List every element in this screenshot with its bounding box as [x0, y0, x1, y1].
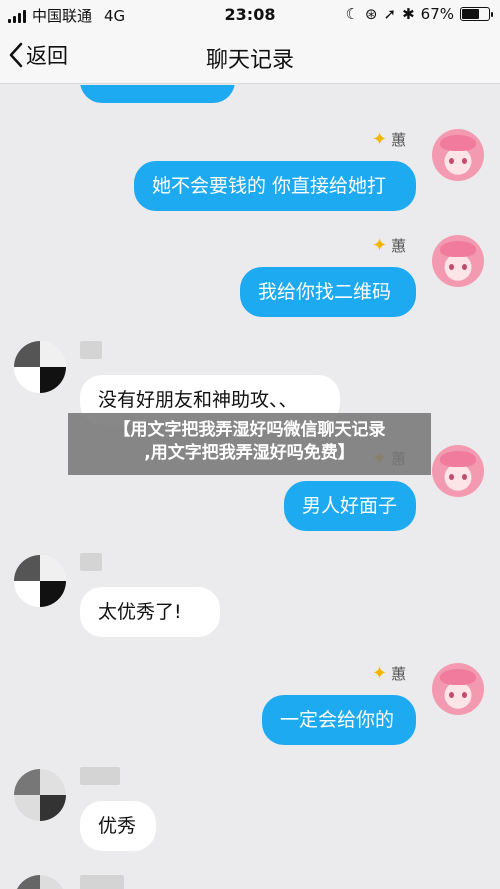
star-icon: ✦	[372, 129, 388, 150]
message-bubble[interactable]: 男人好面子	[284, 481, 416, 531]
nav-bar: 返回 聊天记录	[0, 30, 500, 84]
message-bubble[interactable]: 我给你找二维码	[240, 267, 416, 317]
chat-history[interactable]: ✦ 蕙 她不会要钱的 你直接给她打 ✦ 蕙 我给你找二维码 没有好朋友和神助攻、…	[0, 85, 500, 889]
sender-row: ✦ 蕙	[372, 129, 406, 150]
avatar[interactable]	[432, 235, 484, 287]
banner-line-1: 【用文字把我弄湿好吗微信聊天记录	[113, 420, 386, 440]
message-bubble[interactable]: 太优秀了!	[80, 587, 220, 637]
overlay-banner: 【用文字把我弄湿好吗微信聊天记录 ,用文字把我弄湿好吗免费】	[68, 413, 431, 475]
sender-name: 蕙	[391, 237, 407, 255]
sender-name: 蕙	[391, 131, 407, 149]
moon-icon: ☾	[345, 5, 359, 23]
blurred-name	[80, 767, 120, 785]
sender-row: ✦ 蕙	[372, 663, 406, 684]
sender-row: ✦ 蕙	[372, 235, 406, 256]
location-icon: ➚	[383, 5, 397, 23]
avatar[interactable]	[14, 769, 66, 821]
avatar[interactable]	[432, 663, 484, 715]
status-bar: 中国联通 4G 23:08 ☾ ⊛ ➚ ✱ 67%	[0, 0, 500, 30]
avatar[interactable]	[14, 341, 66, 393]
message-bubble-partial[interactable]	[80, 85, 235, 103]
blurred-name	[80, 875, 124, 889]
sender-name: 蕙	[391, 665, 407, 683]
avatar[interactable]	[432, 445, 484, 497]
blurred-name	[80, 341, 102, 359]
message-bubble[interactable]: 优秀	[80, 801, 156, 851]
battery-percent: 67%	[420, 5, 454, 23]
star-icon: ✦	[372, 663, 388, 684]
avatar[interactable]	[432, 129, 484, 181]
lock-rotation-icon: ⊛	[364, 5, 378, 23]
avatar[interactable]	[14, 875, 66, 889]
star-icon: ✦	[372, 235, 388, 256]
page-title: 聊天记录	[205, 48, 294, 73]
avatar[interactable]	[14, 555, 66, 607]
message-bubble[interactable]: 她不会要钱的 你直接给她打	[134, 161, 416, 211]
battery-icon	[460, 7, 493, 21]
blurred-name	[80, 553, 102, 571]
bluetooth-icon: ✱	[402, 5, 415, 23]
message-bubble[interactable]: 一定会给你的	[262, 695, 416, 745]
status-right: ☾ ⊛ ➚ ✱ 67%	[345, 5, 493, 23]
banner-line-2: ,用文字把我弄湿好吗免费】	[144, 442, 355, 463]
